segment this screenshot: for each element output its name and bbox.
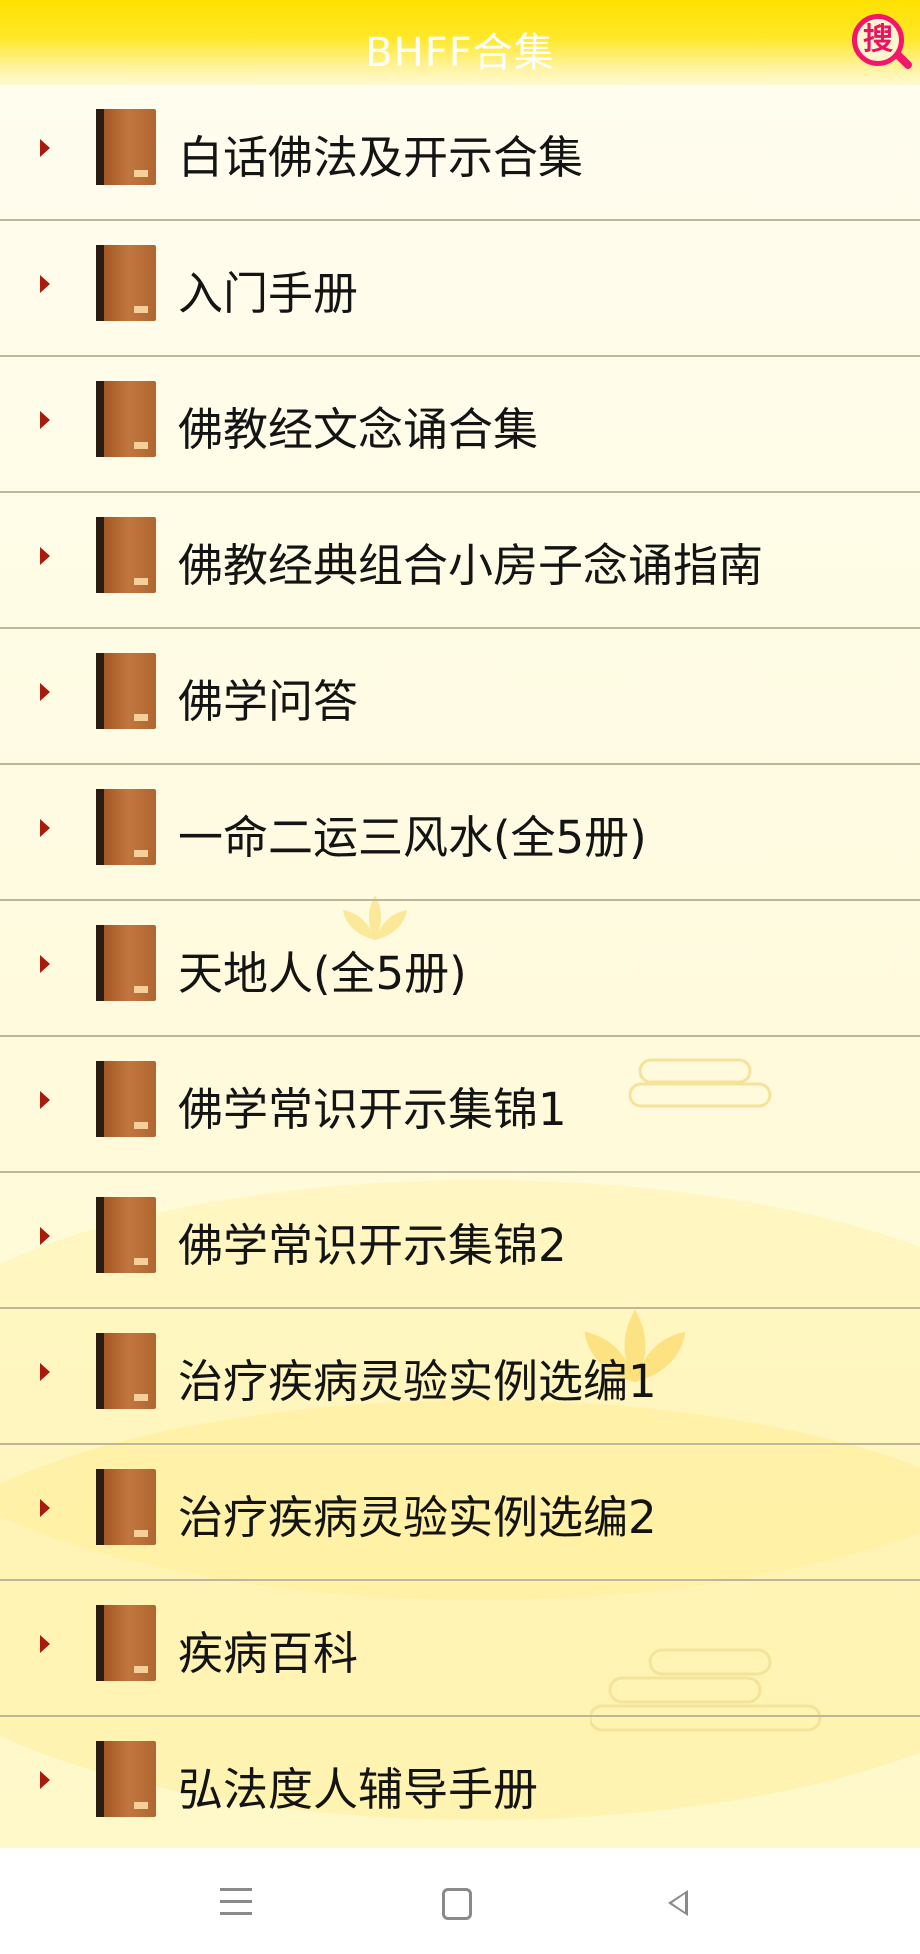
expand-arrow-icon xyxy=(40,139,50,157)
menu-icon[interactable] xyxy=(214,1878,262,1926)
expand-arrow-icon xyxy=(40,1499,50,1517)
page-title: BHFF合集 xyxy=(365,30,555,76)
home-square-icon[interactable] xyxy=(434,1878,482,1926)
book-icon xyxy=(96,1333,156,1409)
search-glyph: 搜 xyxy=(863,22,893,57)
book-icon xyxy=(96,381,156,457)
list-item-label: 入门手册 xyxy=(178,267,359,320)
back-triangle-icon[interactable] xyxy=(654,1878,702,1926)
list-item-label: 白话佛法及开示合集 xyxy=(178,131,584,184)
book-icon xyxy=(96,1061,156,1137)
list-item-label: 佛教经典组合小房子念诵指南 xyxy=(178,539,764,592)
expand-arrow-icon xyxy=(40,1363,50,1381)
list-item-label: 佛学常识开示集锦1 xyxy=(178,1083,567,1136)
expand-arrow-icon xyxy=(40,819,50,837)
book-list: 白话佛法及开示合集 入门手册 佛教经文念诵合集 佛教经典组合小房子念诵指南 佛学… xyxy=(0,85,920,1848)
list-item-label: 佛教经文念诵合集 xyxy=(178,403,539,456)
list-item[interactable]: 治疗疾病灵验实例选编2 xyxy=(0,1445,920,1581)
expand-arrow-icon xyxy=(40,1091,50,1109)
list-item[interactable]: 佛学常识开示集锦2 xyxy=(0,1173,920,1309)
list-item[interactable]: 入门手册 xyxy=(0,221,920,357)
list-item-label: 治疗疾病灵验实例选编2 xyxy=(178,1491,657,1544)
list-item[interactable]: 佛学问答 xyxy=(0,629,920,765)
book-icon xyxy=(96,1469,156,1545)
list-item-label: 弘法度人辅导手册 xyxy=(178,1763,539,1816)
list-item[interactable]: 天地人(全5册) xyxy=(0,901,920,1037)
book-icon xyxy=(96,789,156,865)
expand-arrow-icon xyxy=(40,275,50,293)
list-item[interactable]: 白话佛法及开示合集 xyxy=(0,85,920,221)
book-icon xyxy=(96,1605,156,1681)
book-icon xyxy=(96,109,156,185)
system-nav-bar xyxy=(0,1848,920,1954)
list-item-label: 天地人(全5册) xyxy=(178,947,467,1000)
list-item[interactable]: 疾病百科 xyxy=(0,1581,920,1717)
app-window: BHFF合集 搜 白话佛法及开示合集 入门手册 佛教经文念诵合集 佛教经典组合小… xyxy=(0,0,920,1848)
book-icon xyxy=(96,245,156,321)
search-button[interactable]: 搜 xyxy=(848,10,914,72)
expand-arrow-icon xyxy=(40,955,50,973)
list-item[interactable]: 弘法度人辅导手册 xyxy=(0,1717,920,1848)
list-item[interactable]: 佛教经文念诵合集 xyxy=(0,357,920,493)
list-item-label: 佛学常识开示集锦2 xyxy=(178,1219,567,1272)
expand-arrow-icon xyxy=(40,411,50,429)
book-icon xyxy=(96,517,156,593)
list-item-label: 治疗疾病灵验实例选编1 xyxy=(178,1355,657,1408)
magnifier-handle xyxy=(892,49,914,71)
expand-arrow-icon xyxy=(40,1227,50,1245)
expand-arrow-icon xyxy=(40,547,50,565)
expand-arrow-icon xyxy=(40,1771,50,1789)
list-item[interactable]: 佛教经典组合小房子念诵指南 xyxy=(0,493,920,629)
list-item-label: 佛学问答 xyxy=(178,675,359,728)
book-icon xyxy=(96,1197,156,1273)
book-icon xyxy=(96,1741,156,1817)
list-item-label: 一命二运三风水(全5册) xyxy=(178,811,647,864)
expand-arrow-icon xyxy=(40,1635,50,1653)
expand-arrow-icon xyxy=(40,683,50,701)
list-item[interactable]: 治疗疾病灵验实例选编1 xyxy=(0,1309,920,1445)
book-icon xyxy=(96,653,156,729)
list-item[interactable]: 佛学常识开示集锦1 xyxy=(0,1037,920,1173)
title-bar: BHFF合集 搜 xyxy=(0,0,920,85)
book-icon xyxy=(96,925,156,1001)
list-item-label: 疾病百科 xyxy=(178,1627,359,1680)
list-item[interactable]: 一命二运三风水(全5册) xyxy=(0,765,920,901)
